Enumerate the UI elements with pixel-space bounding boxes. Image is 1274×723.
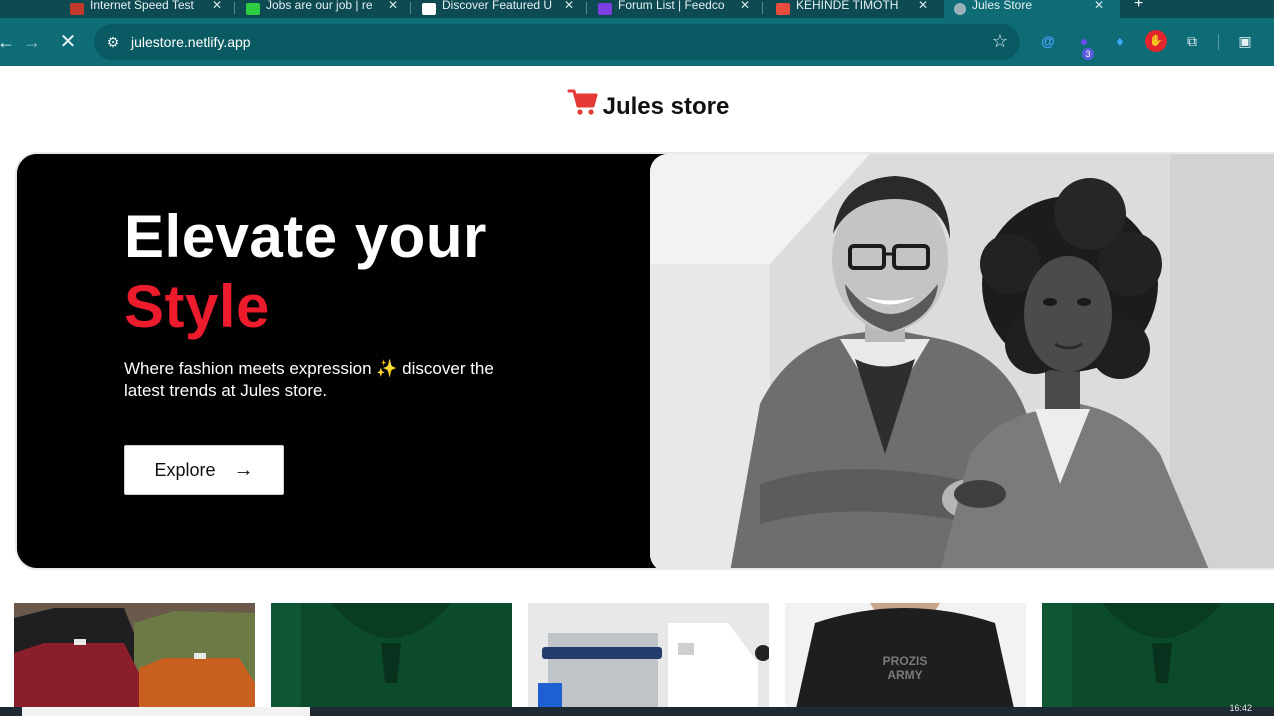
favicon-icon — [422, 3, 436, 15]
tab-jules-store[interactable]: Jules Store ✕ — [944, 0, 1120, 18]
tab-separator — [234, 2, 235, 14]
arrow-right-icon: → — [233, 458, 254, 481]
close-icon[interactable]: ✕ — [388, 0, 398, 12]
tab-forum-list[interactable]: Forum List | Feedco ✕ — [588, 0, 763, 18]
black-tee-image: PROZIS ARMY — [785, 603, 1026, 713]
gem-extension-icon[interactable]: ♦ — [1109, 30, 1131, 52]
extension-badge: 3 — [1082, 48, 1094, 60]
back-icon[interactable]: ← — [0, 30, 18, 54]
tee-print-text: PROZIS — [883, 654, 928, 668]
outfit-flatlay-image — [528, 603, 769, 713]
tab-label: Jobs are our job | re — [266, 0, 373, 12]
tee-print-text: ARMY — [887, 668, 922, 682]
url-text[interactable]: julestore.netlify.app — [131, 34, 251, 50]
explore-button-label: Explore — [154, 459, 216, 480]
shopping-cart-icon — [567, 86, 599, 127]
tab-label: Forum List | Feedco — [618, 0, 725, 12]
product-card-outfit-flatlay[interactable] — [528, 603, 769, 713]
product-grid: PROZIS ARMY — [14, 603, 1274, 723]
taskbar-search-box[interactable] — [22, 707, 310, 716]
close-icon[interactable]: ✕ — [1094, 0, 1104, 12]
site-settings-icon[interactable]: ⚙ — [104, 33, 122, 51]
close-icon[interactable]: ✕ — [918, 0, 928, 12]
tab-strip: Internet Speed Test ✕ Jobs are our job |… — [0, 0, 1274, 18]
hero-subtext: Where fashion meets expression ✨ discove… — [124, 359, 494, 400]
hero-headline: Elevate your — [124, 203, 487, 270]
product-card-tshirts[interactable] — [14, 603, 255, 713]
tab-separator — [762, 2, 763, 14]
couple-illustration — [650, 154, 1274, 568]
tab-label: Internet Speed Test — [90, 0, 194, 12]
forward-icon[interactable]: → — [20, 30, 44, 54]
hero-banner: Elevate your Style Where fashion meets e… — [15, 152, 1274, 570]
os-taskbar: 16:42 — [0, 703, 1274, 716]
explore-button[interactable]: Explore → — [124, 445, 284, 495]
plus-icon: + — [1134, 0, 1144, 12]
stop-loading-icon[interactable]: ✕ — [56, 30, 80, 54]
hero-headline-accent: Style — [124, 273, 270, 340]
toolbar-divider — [1218, 34, 1219, 50]
browser-toolbar: ← → ✕ ⚙ julestore.netlify.app ☆ @ ● 3 ♦ … — [0, 18, 1274, 66]
tab-label: Discover Featured U — [442, 0, 553, 12]
favicon-icon — [246, 3, 260, 15]
taskbar-clock: 16:42 — [1229, 703, 1252, 713]
hero-text-panel: Elevate your Style Where fashion meets e… — [17, 154, 650, 568]
page-viewport: Jules store Elevate your Style Where fas… — [0, 66, 1274, 716]
green-hoodie-image — [1042, 603, 1274, 713]
tab-jobs[interactable]: Jobs are our job | re ✕ — [236, 0, 411, 18]
close-icon[interactable]: ✕ — [212, 0, 222, 12]
favicon-icon — [598, 3, 612, 15]
tab-kehinde[interactable]: KEHINDE TIMOTH ✕ — [766, 0, 941, 18]
tab-label: KEHINDE TIMOTH — [796, 0, 899, 12]
hero-couple-photo — [650, 154, 1274, 568]
close-icon[interactable]: ✕ — [740, 0, 750, 12]
green-hoodie-image — [271, 603, 512, 713]
tab-speed-test[interactable]: Internet Speed Test ✕ — [60, 0, 235, 18]
product-card-green-hoodie[interactable] — [271, 603, 512, 713]
favicon-icon — [70, 3, 84, 15]
close-icon[interactable]: ✕ — [564, 0, 574, 12]
site-header: Jules store — [0, 86, 1274, 127]
email-extension-icon[interactable]: @ — [1037, 30, 1059, 52]
favicon-icon — [954, 3, 966, 15]
tab-separator — [586, 2, 587, 14]
side-panel-icon[interactable]: ▣ — [1234, 30, 1256, 52]
brand-name[interactable]: Jules store — [603, 93, 730, 121]
favicon-icon — [776, 3, 790, 15]
cart-svg — [567, 89, 598, 115]
tab-separator — [410, 2, 411, 14]
tab-discover[interactable]: Discover Featured U ✕ — [412, 0, 587, 18]
stop-hand-extension-icon[interactable]: ✋ — [1145, 30, 1167, 52]
product-card-green-hoodie-2[interactable] — [1042, 603, 1274, 713]
bookmark-star-icon[interactable]: ☆ — [992, 31, 1008, 52]
product-card-black-tee[interactable]: PROZIS ARMY — [785, 603, 1026, 713]
tshirt-stack-image — [14, 603, 255, 713]
tab-label: Jules Store — [972, 0, 1033, 12]
puzzle-extensions-icon[interactable]: ⧉ — [1181, 30, 1203, 52]
address-bar[interactable]: ⚙ julestore.netlify.app ☆ — [94, 24, 1020, 60]
new-tab-button[interactable]: + — [1124, 0, 1154, 18]
